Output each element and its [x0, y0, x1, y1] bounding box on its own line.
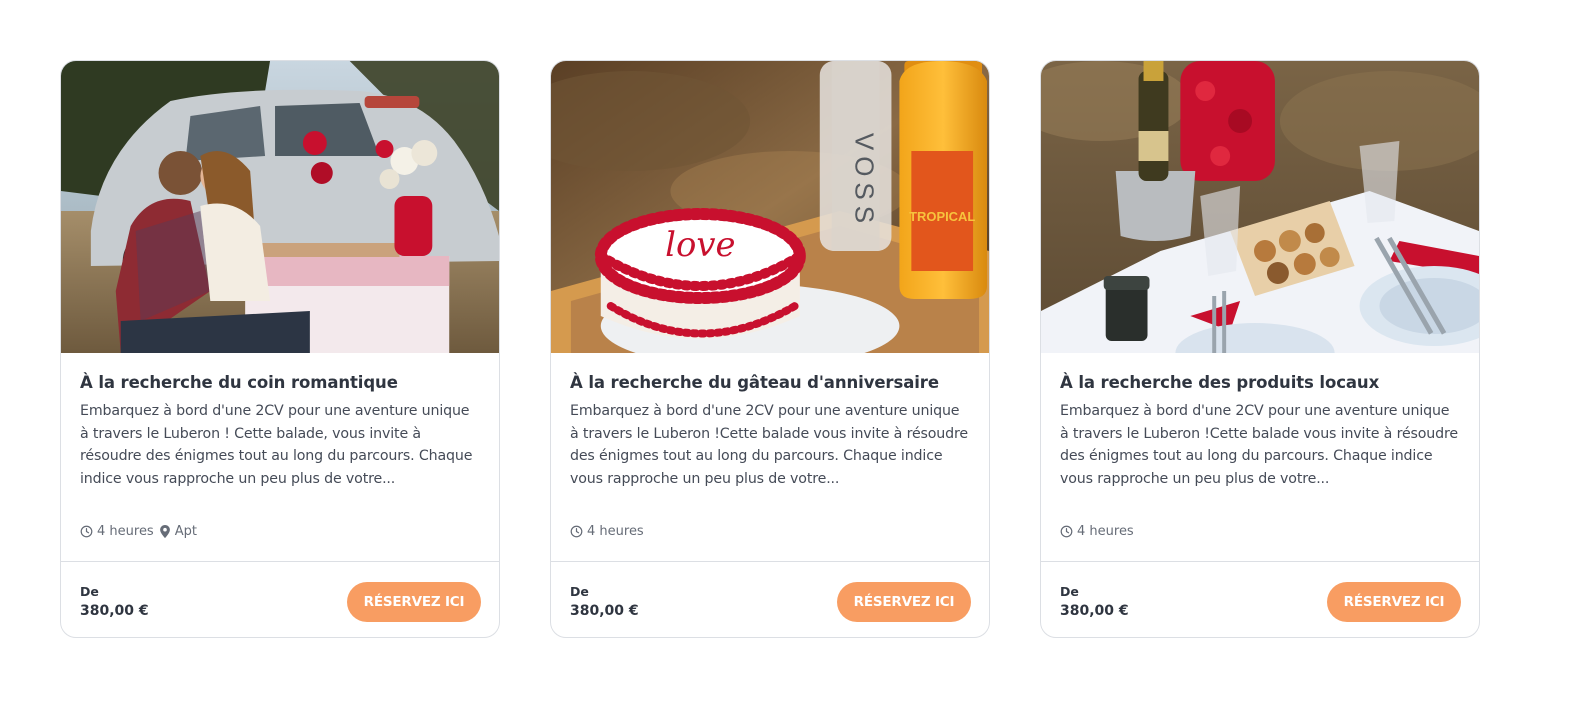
cake-lettering: love [665, 225, 735, 264]
card-footer: De 380,00 € RÉSERVEZ ICI [1041, 561, 1479, 637]
bottle-brand: VOSS [850, 133, 878, 229]
price-label: De [570, 584, 589, 599]
card-description: Embarquez à bord d'une 2CV pour une aven… [80, 403, 473, 487]
activity-card[interactable]: À la recherche des produits locaux Embar… [1040, 60, 1480, 638]
card-body: À la recherche du coin romantique Embarq… [61, 353, 499, 561]
clock-icon [80, 525, 93, 538]
card-description: Embarquez à bord d'une 2CV pour une aven… [1060, 403, 1458, 487]
clock-icon [1060, 525, 1073, 538]
duration-text: 4 heures [1077, 524, 1134, 539]
card-footer: De 380,00 € RÉSERVEZ ICI [61, 561, 499, 637]
card-title[interactable]: À la recherche des produits locaux [1060, 373, 1460, 392]
activity-photo-cake[interactable]: love VOSS TROPICAL [551, 61, 989, 353]
duration-text: 4 heures [587, 524, 644, 539]
price: 380,00 € [1060, 603, 1129, 619]
activity-card[interactable]: À la recherche du coin romantique Embarq… [60, 60, 500, 638]
clock-icon [570, 525, 583, 538]
price-label: De [80, 584, 99, 599]
card-description: Embarquez à bord d'une 2CV pour une aven… [570, 403, 968, 487]
card-title[interactable]: À la recherche du coin romantique [80, 373, 480, 392]
book-button[interactable]: RÉSERVEZ ICI [837, 582, 971, 622]
card-body: À la recherche des produits locaux Embar… [1041, 353, 1479, 561]
book-button[interactable]: RÉSERVEZ ICI [347, 582, 481, 622]
book-button[interactable]: RÉSERVEZ ICI [1327, 582, 1461, 622]
card-meta: 4 heures [570, 524, 644, 539]
price: 380,00 € [80, 603, 149, 619]
location: Apt [159, 524, 197, 539]
activity-card[interactable]: love VOSS TROPICAL À la recherche du gât… [550, 60, 990, 638]
card-meta: 4 heures Apt [80, 524, 197, 539]
duration-text: 4 heures [97, 524, 154, 539]
juice-label: TROPICAL [909, 209, 975, 224]
card-body: À la recherche du gâteau d'anniversaire … [551, 353, 989, 561]
card-title[interactable]: À la recherche du gâteau d'anniversaire [570, 373, 970, 392]
activity-photo-romantic[interactable] [61, 61, 499, 353]
activity-cards: À la recherche du coin romantique Embarq… [60, 60, 1480, 638]
price: 380,00 € [570, 603, 639, 619]
activity-photo-local-products[interactable] [1041, 61, 1479, 353]
card-footer: De 380,00 € RÉSERVEZ ICI [551, 561, 989, 637]
card-meta: 4 heures [1060, 524, 1134, 539]
location-pin-icon [159, 525, 170, 538]
location-text: Apt [174, 524, 197, 539]
price-label: De [1060, 584, 1079, 599]
